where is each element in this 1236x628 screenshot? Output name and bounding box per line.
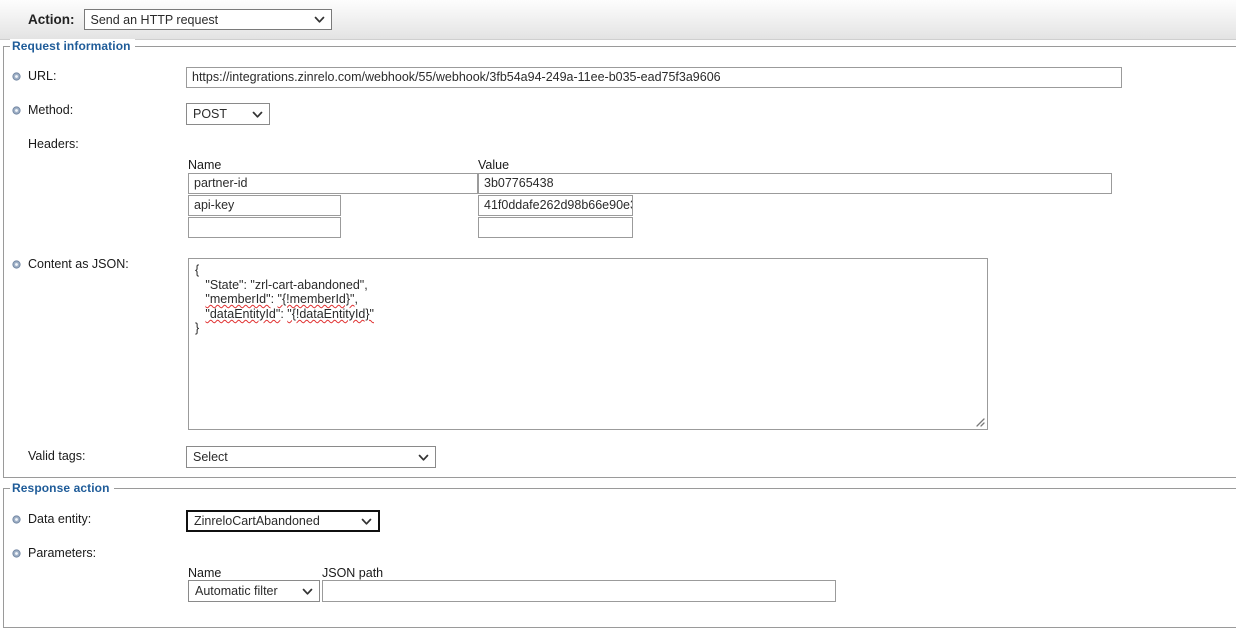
chevron-down-icon: [250, 107, 265, 122]
header-name-input[interactable]: partner-id: [188, 173, 478, 194]
valid-tags-dropdown[interactable]: Select: [186, 446, 436, 468]
parameters-column-name: Name: [188, 566, 222, 580]
data-entity-dropdown-value: ZinreloCartAbandoned: [194, 514, 320, 528]
json-line: "State": "zrl-cart-abandoned",: [195, 277, 368, 292]
field-bullet-icon: [12, 260, 21, 269]
action-toolbar: Action: Send an HTTP request: [0, 0, 1236, 40]
headers-label: Headers:: [28, 137, 79, 151]
json-value-memberid: "{!memberId}": [277, 292, 355, 307]
content-json-row: Content as JSON:: [12, 256, 129, 272]
headers-column-value: Value: [478, 158, 510, 172]
valid-tags-row: Valid tags:: [28, 448, 85, 464]
parameter-name-dropdown[interactable]: Automatic filter: [188, 580, 320, 602]
header-value-input[interactable]: [478, 217, 633, 238]
url-input[interactable]: https://integrations.zinrelo.com/webhook…: [186, 67, 1122, 88]
header-name-input[interactable]: [188, 217, 341, 238]
parameters-label: Parameters:: [28, 546, 97, 560]
header-value-input[interactable]: 41f0ddafe262d98b66e90e3: [478, 195, 633, 216]
valid-tags-dropdown-value: Select: [193, 450, 228, 464]
method-row: Method:: [12, 102, 73, 118]
response-action-legend: Response action: [10, 481, 114, 495]
url-row: URL:: [12, 68, 56, 84]
chevron-down-icon: [416, 450, 431, 465]
header-name-input[interactable]: api-key: [188, 195, 341, 216]
json-line: }: [195, 321, 200, 336]
data-entity-dropdown[interactable]: ZinreloCartAbandoned: [186, 510, 380, 532]
method-dropdown[interactable]: POST: [186, 103, 270, 125]
content-json-label: Content as JSON:: [28, 257, 129, 271]
json-key-memberid: "memberId": [205, 292, 271, 307]
method-dropdown-value: POST: [193, 107, 228, 121]
headers-row: Headers:: [28, 136, 79, 152]
action-dropdown[interactable]: Send an HTTP request: [83, 9, 332, 30]
chevron-down-icon: [359, 514, 374, 529]
action-dropdown-value: Send an HTTP request: [90, 12, 219, 27]
parameters-column-json-path: JSON path: [322, 566, 384, 580]
content-json-textarea[interactable]: { "State": "zrl-cart-abandoned", "member…: [188, 258, 988, 430]
data-entity-row: Data entity:: [12, 511, 91, 527]
json-value-dataentityid: "{!dataEntityId}": [287, 306, 374, 321]
resize-grip-icon[interactable]: [973, 415, 985, 427]
parameters-row: Parameters:: [12, 545, 96, 561]
header-value-input[interactable]: 3b07765438: [478, 173, 1112, 194]
request-information-legend: Request information: [10, 39, 135, 53]
field-bullet-icon: [12, 72, 21, 81]
response-action-fieldset: Response action: [3, 481, 1236, 628]
valid-tags-label: Valid tags:: [28, 449, 86, 463]
chevron-down-icon: [312, 12, 327, 27]
headers-column-name: Name: [188, 158, 222, 172]
json-key-dataentityid: "dataEntityId": [205, 306, 281, 321]
field-bullet-icon: [12, 106, 21, 115]
field-bullet-icon: [12, 549, 21, 558]
json-line: {: [195, 263, 200, 277]
data-entity-label: Data entity:: [28, 512, 92, 526]
method-label: Method:: [28, 103, 74, 117]
parameter-name-dropdown-value: Automatic filter: [195, 584, 278, 598]
url-label: URL:: [28, 69, 57, 83]
parameter-json-path-input[interactable]: [322, 580, 836, 602]
action-label: Action:: [28, 12, 75, 27]
field-bullet-icon: [12, 515, 21, 524]
chevron-down-icon: [300, 584, 315, 599]
